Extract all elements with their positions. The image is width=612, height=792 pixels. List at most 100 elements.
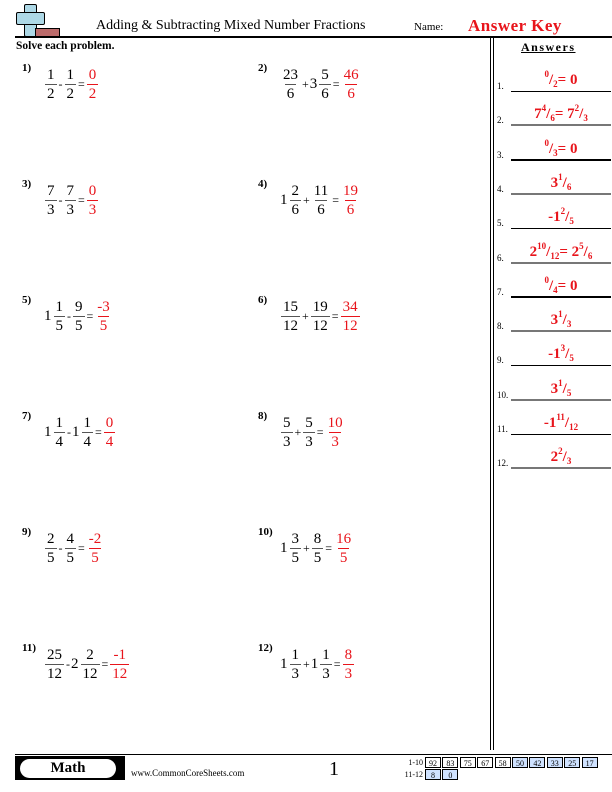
answer-fraction: 46 6 xyxy=(342,66,361,103)
column-divider xyxy=(490,38,491,750)
answer-fraction: -2 5 xyxy=(87,530,104,567)
answer-number: 3. xyxy=(497,149,504,160)
answer-number: 1. xyxy=(497,81,504,91)
numerator: 2 xyxy=(86,646,94,663)
numerator: 1 xyxy=(83,414,92,431)
equals-sign: = xyxy=(101,656,109,671)
answer-value: -12/5 xyxy=(511,206,611,226)
answer-value: 31/6 xyxy=(511,172,611,192)
denominator: 3 xyxy=(289,663,301,682)
score-cell: 0 xyxy=(442,769,459,780)
whole-number: 1 xyxy=(280,191,288,208)
answer-number: 12. xyxy=(497,458,509,469)
answer-text: = 2 xyxy=(559,243,580,260)
numerator: 9 xyxy=(75,298,83,315)
answer-row: 7. 0/4= 0 xyxy=(497,266,612,300)
denominator: 5 xyxy=(566,387,572,398)
equals-sign: = xyxy=(78,76,85,91)
answer-value: 74/6= 72/3 xyxy=(511,103,611,123)
whole-number: 1 xyxy=(44,423,52,440)
problem-number: 3) xyxy=(22,178,32,190)
operator: - xyxy=(67,424,71,439)
answer-line xyxy=(511,296,611,298)
instructions: Solve each problem. xyxy=(16,40,115,52)
operator: - xyxy=(58,540,63,555)
operator: + xyxy=(303,192,310,207)
denominator: 3 xyxy=(303,431,315,450)
denominator: 5 xyxy=(569,216,574,227)
denominator: 12 xyxy=(80,663,100,682)
answer-text: 7 xyxy=(534,106,542,123)
fraction: 15 12 xyxy=(281,298,300,335)
problem-expression: 1 1 4-1 1 4 = 0 4 xyxy=(44,410,116,454)
score-cell: 8 xyxy=(425,769,441,780)
worksheet-title: Adding & Subtracting Mixed Number Fracti… xyxy=(96,18,366,33)
answer-line xyxy=(511,261,611,264)
answer-fraction: 03 xyxy=(86,182,99,219)
numerator: 0 xyxy=(88,66,97,83)
denominator: 5 xyxy=(73,315,85,334)
answer-row: 10. 31/5 xyxy=(497,369,612,403)
denominator: 6 xyxy=(315,199,327,218)
fraction: 25 xyxy=(45,530,57,567)
answers-title: Answers xyxy=(521,40,576,54)
problem-number: 5) xyxy=(22,294,32,306)
operator: - xyxy=(67,308,71,323)
fraction: 14 xyxy=(81,414,93,451)
problem-expression: 1 2 6 +11 6 = 19 6 xyxy=(280,178,361,222)
answer-number: 6. xyxy=(497,252,504,263)
numerator: -1 xyxy=(113,646,127,663)
answer-number: 2. xyxy=(497,115,504,126)
numerator: 1 xyxy=(322,646,330,663)
numerator: 1 xyxy=(47,66,55,83)
fraction: 19 12 xyxy=(310,298,330,335)
answer-value: 31/5 xyxy=(511,378,611,398)
equals-sign: = xyxy=(95,424,102,439)
denominator: 4 xyxy=(103,431,116,450)
whole-number: 1 xyxy=(310,655,319,672)
numerator: 0 xyxy=(88,182,97,199)
answer-number: 11. xyxy=(497,424,508,434)
equals-sign: = xyxy=(332,76,340,91)
score-cell: 42 xyxy=(529,757,546,768)
answer-row: 1. 0/2= 0 xyxy=(497,60,612,94)
denominator: 12 xyxy=(110,663,130,682)
fraction: 95 xyxy=(73,298,85,335)
name-label: Name: xyxy=(414,21,444,33)
answer-fraction: 19 6 xyxy=(341,182,360,219)
whole-number: 3 xyxy=(309,75,318,92)
website-link: www.CommonCoreSheets.com xyxy=(131,768,245,778)
equals-sign: = xyxy=(78,192,85,207)
operator: + xyxy=(302,308,309,323)
problem-number: 4) xyxy=(258,178,268,190)
numerator: -3 xyxy=(97,298,110,315)
denominator: 6 xyxy=(319,83,331,102)
whole-number: 1 xyxy=(280,655,288,672)
operator: - xyxy=(58,76,63,91)
answer-text: = 7 xyxy=(554,106,575,123)
denominator: 2 xyxy=(86,83,99,102)
fraction: 56 xyxy=(319,66,331,103)
problem-number: 11) xyxy=(22,642,37,654)
operator: - xyxy=(58,192,63,207)
problem-number: 9) xyxy=(22,526,32,538)
answer-fraction: 10 3 xyxy=(326,414,345,451)
answer-text: = 0 xyxy=(557,277,578,294)
page-number: 1 xyxy=(329,758,339,780)
score-cell: 75 xyxy=(459,757,476,768)
denominator: 12 xyxy=(45,663,64,682)
numerator: 8 xyxy=(313,530,322,547)
footer-divider xyxy=(15,754,612,755)
denominator: 6 xyxy=(345,83,357,102)
answer-line xyxy=(511,192,611,195)
equals-sign: = xyxy=(78,540,85,555)
operator: + xyxy=(294,424,302,439)
denominator: 12 xyxy=(569,422,579,432)
problem-expression: 25 12-2 2 12 = -1 12 xyxy=(44,642,130,686)
denominator: 3 xyxy=(566,319,572,330)
numerator: 11 xyxy=(556,412,565,422)
answer-line xyxy=(511,433,611,435)
answer-text: -1 xyxy=(548,209,561,226)
answer-line xyxy=(511,227,611,230)
problem-number: 10) xyxy=(258,526,273,538)
